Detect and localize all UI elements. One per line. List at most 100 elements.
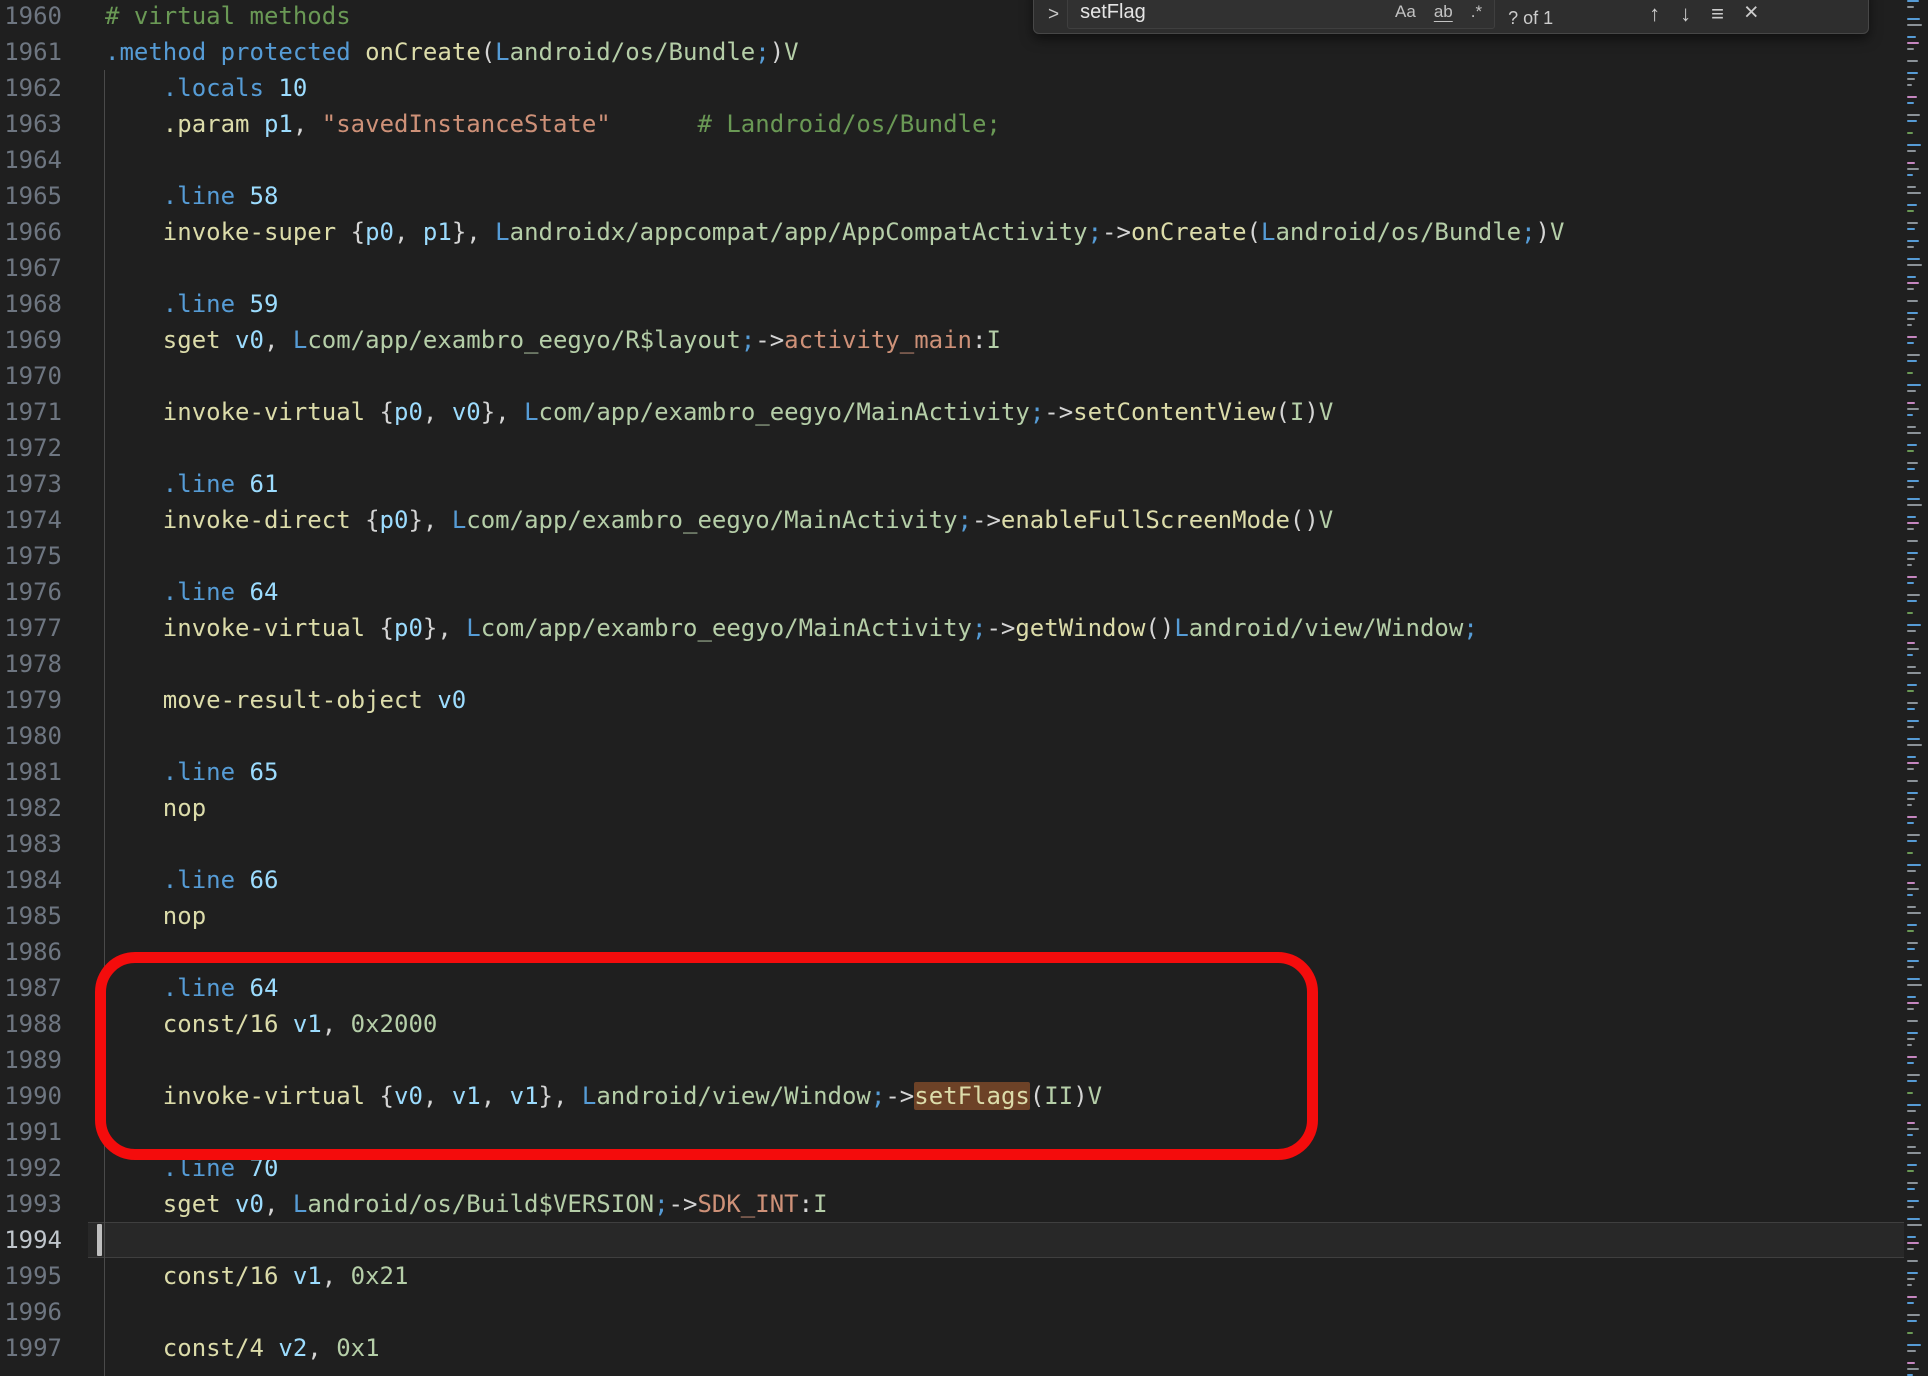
code-token: .line <box>105 470 250 498</box>
code-line[interactable]: sget v0, Lcom/app/exambro_eegyo/R$layout… <box>105 322 1564 358</box>
code-token: .line <box>105 290 250 318</box>
code-line[interactable]: .method protected onCreate(Landroid/os/B… <box>105 34 1564 70</box>
minimap-line <box>1907 1170 1914 1172</box>
code-token: ; <box>958 506 972 534</box>
code-line[interactable] <box>105 1222 1564 1258</box>
code-line[interactable]: .line 64 <box>105 970 1564 1006</box>
code-token: move-result-object <box>105 686 437 714</box>
code-line[interactable]: move-result-object v0 <box>105 682 1564 718</box>
code-line[interactable] <box>105 358 1564 394</box>
code-line[interactable] <box>105 718 1564 754</box>
line-number: 1967 <box>0 250 62 286</box>
code-token: 59 <box>250 290 279 318</box>
code-token: , <box>322 1010 351 1038</box>
code-line[interactable] <box>105 250 1564 286</box>
code-line[interactable]: invoke-virtual {p0}, Lcom/app/exambro_ee… <box>105 610 1564 646</box>
code-token: ; <box>972 614 986 642</box>
minimap[interactable] <box>1905 0 1928 1376</box>
code-token: L <box>524 398 538 426</box>
next-match-button[interactable]: ↓ <box>1670 1 1701 29</box>
code-line[interactable]: .line 61 <box>105 466 1564 502</box>
code-line[interactable] <box>105 646 1564 682</box>
whole-word-toggle[interactable]: ab <box>1428 0 1459 24</box>
code-line[interactable] <box>105 430 1564 466</box>
line-number: 1989 <box>0 1042 62 1078</box>
code-token: I <box>1290 398 1304 426</box>
minimap-line <box>1907 1164 1917 1166</box>
code-line[interactable]: .line 65 <box>105 754 1564 790</box>
code-token: { <box>380 1082 394 1110</box>
minimap-line <box>1907 222 1918 224</box>
code-token: V <box>1319 506 1333 534</box>
find-in-selection-button[interactable]: ≡ <box>1701 1 1734 29</box>
minimap-line <box>1907 1296 1917 1298</box>
code-token: 0x1 <box>336 1334 379 1362</box>
code-line[interactable]: invoke-super {p0, p1}, Landroidx/appcomp… <box>105 214 1564 250</box>
code-line[interactable]: nop <box>105 790 1564 826</box>
code-token: -> <box>1102 218 1131 246</box>
code-token: invoke-super <box>105 218 351 246</box>
code-line[interactable] <box>105 1294 1564 1330</box>
code-token: .line <box>105 182 250 210</box>
line-number: 1962 <box>0 70 62 106</box>
code-token: 0x21 <box>351 1262 409 1290</box>
code-token: ( <box>481 38 495 66</box>
code-line[interactable] <box>105 142 1564 178</box>
minimap-line <box>1907 960 1919 962</box>
code-token: p0 <box>380 506 409 534</box>
minimap-line <box>1907 1110 1916 1112</box>
code-line[interactable]: invoke-direct {p0}, Lcom/app/exambro_eeg… <box>105 502 1564 538</box>
code-line[interactable] <box>105 1114 1564 1150</box>
code-token: -> <box>986 614 1015 642</box>
chevron-right-icon[interactable]: > <box>1044 4 1067 29</box>
code-line[interactable] <box>105 1042 1564 1078</box>
line-number: 1997 <box>0 1330 62 1366</box>
regex-toggle[interactable]: .* <box>1465 0 1488 24</box>
line-number: 1978 <box>0 646 62 682</box>
minimap-line <box>1907 1044 1912 1046</box>
code-line[interactable] <box>105 934 1564 970</box>
code-line[interactable]: invoke-virtual {p0, v0}, Lcom/app/exambr… <box>105 394 1564 430</box>
code-line[interactable]: .line 58 <box>105 178 1564 214</box>
code-line[interactable]: invoke-virtual {v0, v1, v1}, Landroid/vi… <box>105 1078 1564 1114</box>
code-area[interactable]: # virtual methods.method protected onCre… <box>105 0 1564 1366</box>
previous-match-button[interactable]: ↑ <box>1639 1 1670 29</box>
code-token: L <box>1261 218 1275 246</box>
minimap-line <box>1907 342 1914 344</box>
code-line[interactable]: .param p1, "savedInstanceState" # Landro… <box>105 106 1564 142</box>
minimap-line <box>1907 762 1919 764</box>
code-line[interactable] <box>105 826 1564 862</box>
code-token: , <box>481 1082 510 1110</box>
code-line[interactable]: .line 70 <box>105 1150 1564 1186</box>
code-line[interactable]: .line 64 <box>105 574 1564 610</box>
code-line[interactable]: const/4 v2, 0x1 <box>105 1330 1564 1366</box>
code-token: -> <box>972 506 1001 534</box>
minimap-line <box>1907 72 1918 74</box>
code-line[interactable]: .locals 10 <box>105 70 1564 106</box>
code-token: android/os/Bundle <box>510 38 756 66</box>
line-number: 1993 <box>0 1186 62 1222</box>
code-token: "savedInstanceState" <box>322 110 611 138</box>
match-case-toggle[interactable]: Aa <box>1389 0 1422 24</box>
code-line[interactable]: const/16 v1, 0x21 <box>105 1258 1564 1294</box>
line-number: 1965 <box>0 178 62 214</box>
code-line[interactable]: .line 59 <box>105 286 1564 322</box>
minimap-line <box>1907 912 1921 914</box>
code-token: com/app/exambro_eegyo/MainActivity <box>466 506 957 534</box>
minimap-line <box>1907 864 1921 866</box>
code-token: com/app/exambro_eegyo/R$layout <box>307 326 740 354</box>
minimap-line <box>1907 78 1915 80</box>
code-line[interactable]: sget v0, Landroid/os/Build$VERSION;->SDK… <box>105 1186 1564 1222</box>
code-line[interactable]: const/16 v1, 0x2000 <box>105 1006 1564 1042</box>
minimap-line <box>1907 210 1914 212</box>
code-line[interactable]: .line 66 <box>105 862 1564 898</box>
minimap-line <box>1907 504 1922 506</box>
code-line[interactable]: nop <box>105 898 1564 934</box>
minimap-line <box>1907 426 1916 428</box>
code-line[interactable] <box>105 538 1564 574</box>
find-input[interactable] <box>1080 1 1383 24</box>
close-find-button[interactable]: × <box>1734 0 1769 29</box>
minimap-line <box>1907 648 1919 650</box>
code-token: ; <box>1030 398 1044 426</box>
minimap-line <box>1907 996 1916 998</box>
